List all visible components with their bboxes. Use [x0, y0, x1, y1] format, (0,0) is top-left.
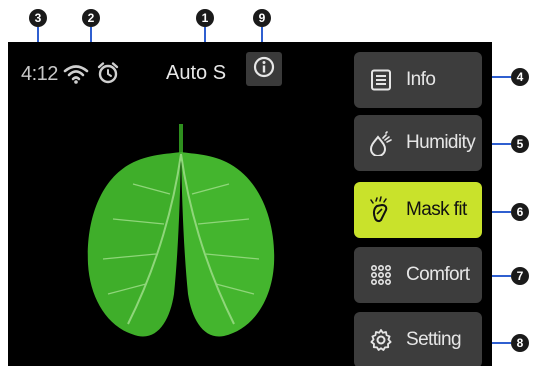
menu-button-label: Mask fit	[406, 199, 467, 220]
callout-1: 1	[196, 9, 214, 27]
callout-6: 6	[511, 203, 529, 221]
status-time: 4:12	[21, 63, 58, 85]
lung-leaves-illustration	[78, 124, 288, 339]
menu-button-humidity[interactable]: Humidity	[354, 115, 482, 171]
callout-2: 2	[82, 9, 100, 27]
menu-button-mask-fit[interactable]: Mask fit	[354, 182, 482, 238]
callout-3: 3	[29, 9, 47, 27]
alarm-clock-icon	[96, 61, 120, 85]
info-circle-icon	[253, 56, 275, 83]
menu-button-label: Comfort	[406, 264, 470, 285]
callout-4: 4	[511, 68, 529, 86]
callout-8: 8	[511, 334, 529, 352]
menu-button-setting[interactable]: Setting	[354, 312, 482, 366]
menu-button-info[interactable]: Info	[354, 52, 482, 108]
menu-button-label: Humidity	[406, 132, 476, 153]
callout-9: 9	[253, 9, 271, 27]
info-button[interactable]	[246, 52, 282, 86]
menu-button-label: Setting	[406, 329, 462, 350]
mask-icon	[366, 195, 396, 225]
gear-icon	[366, 325, 396, 355]
therapy-mode-label: Auto S	[166, 62, 227, 84]
callout-5: 5	[511, 135, 529, 153]
document-icon	[366, 65, 396, 95]
device-screen: 4:12 Auto S Info Humidity Mask fit Comfo…	[8, 42, 492, 366]
dots-grid-icon	[366, 260, 396, 290]
menu-button-comfort[interactable]: Comfort	[354, 247, 482, 303]
wifi-icon	[63, 64, 89, 84]
humidity-drop-icon	[366, 128, 396, 158]
callout-7: 7	[511, 267, 529, 285]
menu-button-label: Info	[406, 69, 436, 90]
